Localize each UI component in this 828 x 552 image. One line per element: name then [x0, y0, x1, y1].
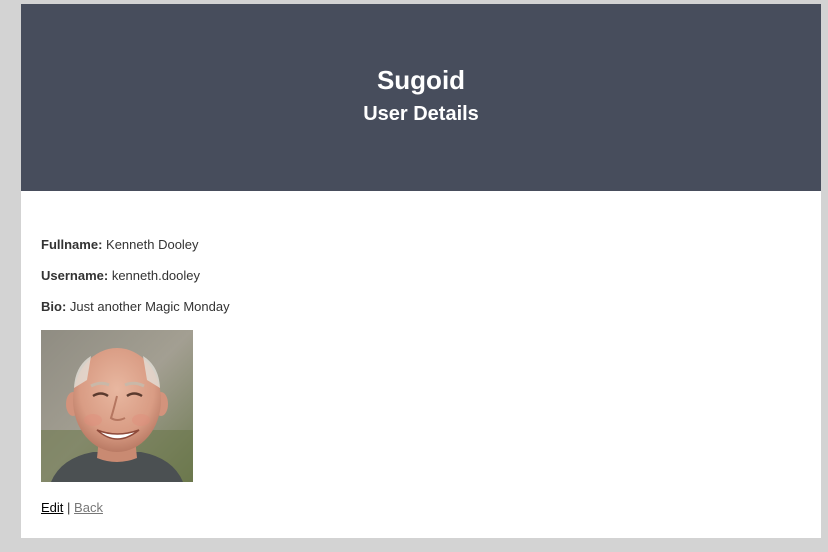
back-link[interactable]: Back	[74, 500, 103, 515]
avatar	[41, 330, 193, 482]
user-details: Fullname: Kenneth Dooley Username: kenne…	[21, 191, 821, 516]
username-row: Username: kenneth.dooley	[41, 268, 801, 284]
bio-value: Just another Magic Monday	[69, 299, 230, 314]
username-label: Username:	[41, 268, 109, 283]
fullname-label: Fullname:	[41, 237, 103, 252]
username-value: kenneth.dooley	[111, 268, 201, 283]
bio-row: Bio: Just another Magic Monday	[41, 299, 801, 315]
fullname-row: Fullname: Kenneth Dooley	[41, 237, 801, 253]
fullname-value: Kenneth Dooley	[106, 237, 199, 252]
page-container: Sugoid User Details Fullname: Kenneth Do…	[21, 4, 821, 538]
bio-label: Bio:	[41, 299, 67, 314]
action-links: Edit | Back	[41, 500, 801, 516]
page-header: Sugoid User Details	[21, 4, 821, 191]
site-title: Sugoid	[376, 65, 466, 95]
link-separator: |	[67, 500, 71, 515]
page-title: User Details	[363, 103, 479, 125]
edit-link[interactable]: Edit	[41, 500, 63, 515]
